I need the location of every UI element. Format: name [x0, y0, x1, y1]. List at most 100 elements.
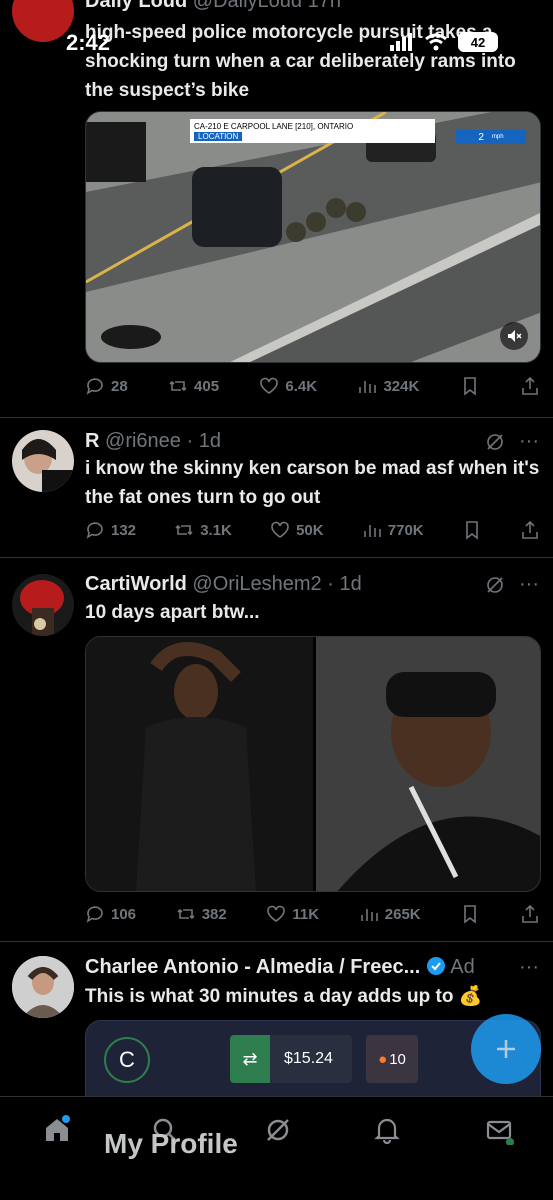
- avatar-image: [20, 580, 64, 636]
- avatar[interactable]: [12, 956, 74, 1018]
- tweet-time: · 1d: [327, 573, 362, 595]
- tweet-text: This is what 30 minutes a day adds up to…: [85, 986, 483, 1007]
- balance-value: $15.24: [284, 1050, 333, 1067]
- tweet-daily-loud[interactable]: Daily Loud @DailyLoud 17h high-speed pol…: [0, 0, 553, 418]
- bottom-nav: [0, 1096, 553, 1200]
- video-frame: [86, 112, 540, 362]
- grok-icon[interactable]: [263, 1115, 293, 1145]
- share-icon: [522, 904, 538, 923]
- speed-banner: 2 mph: [456, 130, 526, 144]
- repost-button[interactable]: 405: [168, 376, 219, 396]
- exchange-icon: ⇄: [230, 1035, 270, 1083]
- image-left[interactable]: [86, 637, 313, 891]
- bookmark-button[interactable]: [460, 376, 480, 396]
- views-count: 770K: [387, 521, 424, 539]
- more-options-icon[interactable]: ···: [519, 956, 539, 979]
- like-button[interactable]: 11K: [266, 904, 319, 924]
- tweet-video[interactable]: CA-210 E CARPOOL LANE [210], ONTARIO LOC…: [85, 111, 541, 363]
- bookmark-icon: [463, 377, 476, 396]
- share-button[interactable]: [520, 376, 540, 396]
- author-name[interactable]: CartiWorld: [85, 573, 187, 595]
- share-button[interactable]: [520, 520, 540, 540]
- tweet-actions: 132 3.1K 50K 770K: [85, 520, 540, 540]
- location-banner: CA-210 E CARPOOL LANE [210], ONTARIO LOC…: [190, 119, 435, 143]
- more-options-icon[interactable]: ···: [519, 573, 539, 596]
- avatar[interactable]: [12, 430, 74, 492]
- reply-icon: [86, 522, 103, 539]
- photo-portrait-left: [86, 637, 313, 891]
- reply-icon: [86, 378, 103, 395]
- like-button[interactable]: 6.4K: [259, 376, 317, 396]
- views-button[interactable]: 324K: [357, 376, 419, 396]
- views-button[interactable]: 770K: [362, 520, 424, 540]
- tweet-ri6nee[interactable]: R @ri6nee · 1d ··· i know the skinny ken…: [0, 418, 553, 558]
- reply-count: 106: [111, 905, 137, 923]
- author-handle[interactable]: @ri6nee: [105, 430, 181, 452]
- reply-button[interactable]: 28: [85, 376, 128, 396]
- image-right[interactable]: [316, 637, 540, 891]
- repost-icon: [175, 524, 193, 536]
- share-button[interactable]: [520, 904, 540, 924]
- my-profile-title: My Profile: [104, 1128, 238, 1159]
- tweet-header: Charlee Antonio - Almedia / Freec... Ad: [85, 956, 475, 979]
- like-count: 6.4K: [285, 377, 318, 395]
- author-handle[interactable]: @OriLeshem2: [192, 573, 321, 595]
- heart-icon: [260, 377, 279, 394]
- flame-icon: ●: [378, 1050, 388, 1068]
- avatar[interactable]: [12, 0, 74, 42]
- repost-button[interactable]: 3.1K: [174, 520, 232, 540]
- avatar-image: [22, 439, 74, 492]
- tweet-menu: ···: [485, 573, 539, 596]
- verified-badge-icon: [426, 957, 445, 975]
- author-name[interactable]: Charlee Antonio - Almedia / Freec...: [85, 956, 420, 978]
- like-count: 50K: [296, 521, 324, 539]
- tweet-actions: 106 382 11K 265K: [85, 904, 540, 924]
- app-logo: C: [104, 1037, 150, 1083]
- reply-button[interactable]: 106: [85, 904, 136, 924]
- tweet-text: high-speed police motorcycle pursuit tak…: [85, 22, 516, 101]
- tweet-time: · 1d: [186, 430, 221, 452]
- views-icon: [359, 381, 377, 393]
- bookmark-button[interactable]: [462, 520, 482, 540]
- repost-icon: [169, 380, 187, 392]
- repost-count: 405: [194, 377, 220, 395]
- avatar[interactable]: [12, 574, 74, 636]
- repost-count: 382: [201, 905, 227, 923]
- mute-button[interactable]: [500, 322, 528, 350]
- author-handle[interactable]: @DailyLoud: [193, 0, 302, 12]
- photo-portrait-right: [316, 637, 540, 891]
- more-options-icon[interactable]: ···: [519, 430, 539, 453]
- author-name[interactable]: Daily Loud: [85, 0, 187, 12]
- repost-button[interactable]: 382: [176, 904, 227, 924]
- views-button[interactable]: 265K: [359, 904, 421, 924]
- repost-count: 3.1K: [200, 521, 232, 539]
- avatar-image: [12, 956, 74, 1018]
- home-icon[interactable]: [42, 1115, 72, 1145]
- tweet-cartiworld[interactable]: CartiWorld @OriLeshem2 · 1d ··· 10 days …: [0, 558, 553, 942]
- bell-icon[interactable]: [372, 1115, 402, 1145]
- reply-button[interactable]: 132: [85, 520, 136, 540]
- grok-icon[interactable]: [485, 575, 505, 595]
- compose-button[interactable]: [471, 1014, 541, 1084]
- mail-icon[interactable]: [484, 1115, 514, 1145]
- tweet-header: CartiWorld @OriLeshem2 · 1d: [85, 573, 362, 596]
- author-name[interactable]: R: [85, 430, 99, 452]
- streak-value: 10: [389, 1050, 406, 1068]
- location-label: LOCATION: [194, 132, 243, 141]
- mute-icon: [508, 330, 522, 342]
- tweet-menu: ···: [519, 956, 539, 979]
- bookmark-icon: [464, 905, 477, 924]
- bookmark-button[interactable]: [460, 904, 480, 924]
- repost-icon: [177, 908, 195, 920]
- reply-count: 132: [111, 521, 137, 539]
- grok-icon[interactable]: [485, 432, 505, 452]
- streak-chip: ● 10: [366, 1035, 418, 1083]
- tweet-actions: 28 405 6.4K 324K: [85, 376, 540, 396]
- tweet-text: i know the skinny ken carson be mad asf …: [85, 458, 540, 508]
- balance-chip: ⇄ $15.24: [230, 1035, 352, 1083]
- tweet-images[interactable]: [85, 636, 541, 892]
- views-count: 324K: [383, 377, 420, 395]
- share-icon: [522, 376, 538, 395]
- speed-unit: mph: [491, 134, 504, 140]
- like-button[interactable]: 50K: [270, 520, 324, 540]
